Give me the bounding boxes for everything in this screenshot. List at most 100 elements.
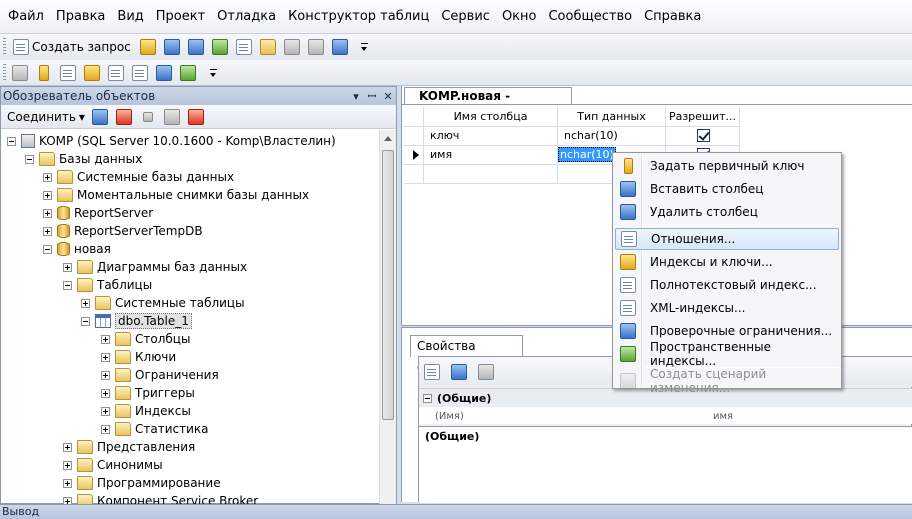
allow-nulls-checkbox[interactable] xyxy=(697,129,710,142)
categorized-button[interactable] xyxy=(421,361,443,383)
tree-node[interactable]: Базы данных xyxy=(25,150,142,168)
expand-icon[interactable] xyxy=(63,496,72,504)
toolbar-grip[interactable] xyxy=(3,63,6,82)
auto-hide-icon[interactable]: ꟷ xyxy=(364,89,380,104)
relationships-button[interactable] xyxy=(57,62,79,84)
tree-node[interactable]: Программирование xyxy=(63,474,221,492)
tree-node[interactable]: Ключи xyxy=(101,348,176,366)
expand-icon[interactable] xyxy=(81,298,90,308)
tree-node[interactable]: Индексы xyxy=(101,402,191,420)
expand-icon[interactable] xyxy=(43,226,52,236)
allow-nulls-header[interactable]: Разрешит... xyxy=(666,107,740,127)
menu-edit[interactable]: Правка xyxy=(50,6,111,28)
scroll-thumb[interactable] xyxy=(382,150,394,420)
expand-icon[interactable] xyxy=(101,424,110,434)
tab-table-designer[interactable]: KOMP.новая - dbo.Table_1 xyxy=(404,87,572,120)
tree-node[interactable]: dbo.Table_1 xyxy=(81,312,192,330)
tab-column-properties[interactable]: Свойства столбца xyxy=(410,335,523,374)
allow-nulls-cell[interactable] xyxy=(666,126,740,146)
collapse-icon[interactable] xyxy=(63,280,72,290)
toolbar2-overflow-button[interactable] xyxy=(201,62,223,84)
database-engine-query-button[interactable] xyxy=(137,36,159,58)
tree-node[interactable]: Столбцы xyxy=(101,330,190,348)
row-selector[interactable] xyxy=(404,126,424,146)
context-menu-item[interactable]: Вставить столбец xyxy=(615,178,839,200)
menu-file[interactable]: Файл xyxy=(2,6,50,28)
collapse-icon[interactable] xyxy=(81,316,90,326)
context-menu-item[interactable]: XML-индексы... xyxy=(615,297,839,319)
context-menu-item[interactable]: Удалить столбец xyxy=(615,201,839,223)
collapse-icon[interactable] xyxy=(423,393,432,403)
connect-button[interactable]: Соединить ▾ xyxy=(3,110,89,124)
property-pages-button[interactable] xyxy=(475,361,497,383)
property-row[interactable]: (Имя) имя xyxy=(419,407,912,425)
tree-node[interactable]: Таблицы xyxy=(63,276,152,294)
tree-node[interactable]: ReportServer xyxy=(43,204,153,222)
expand-icon[interactable] xyxy=(101,334,110,344)
open-file-button[interactable] xyxy=(257,36,279,58)
tree-node[interactable]: Триггеры xyxy=(101,384,195,402)
manage-indexes-button[interactable] xyxy=(81,62,103,84)
output-panel-header[interactable]: Вывод xyxy=(0,504,912,519)
context-menu-item[interactable]: Индексы и ключи... xyxy=(615,251,839,273)
column-name-header[interactable]: Имя столбца xyxy=(424,107,558,127)
expand-icon[interactable] xyxy=(101,406,110,416)
scroll-up-icon[interactable] xyxy=(384,136,392,141)
tree-node[interactable]: Моментальные снимки базы данных xyxy=(43,186,309,204)
menu-tools[interactable]: Сервис xyxy=(435,6,496,28)
menu-table-designer[interactable]: Конструктор таблиц xyxy=(282,6,435,28)
expand-icon[interactable] xyxy=(63,478,72,488)
new-file-button[interactable] xyxy=(233,36,255,58)
tree-node[interactable]: Компонент Service Broker xyxy=(63,492,258,504)
check-constraints-button[interactable] xyxy=(153,62,175,84)
table-row[interactable]: ключ nchar(10) xyxy=(404,126,740,146)
menu-community[interactable]: Сообщество xyxy=(542,6,638,28)
spatial-index-button[interactable] xyxy=(177,62,199,84)
refresh-button[interactable] xyxy=(185,106,207,128)
context-menu-item[interactable]: Отношения... xyxy=(615,228,839,250)
collapse-icon[interactable] xyxy=(43,244,52,254)
context-menu-item[interactable]: Полнотекстовый индекс... xyxy=(615,274,839,296)
menu-view[interactable]: Вид xyxy=(111,6,149,28)
expand-icon[interactable] xyxy=(101,388,110,398)
data-type-cell[interactable]: nchar(10) xyxy=(558,126,666,146)
new-query-button[interactable]: Создать запрос xyxy=(9,36,135,58)
data-type-header[interactable]: Тип данных xyxy=(558,107,666,127)
mdx-query-button[interactable] xyxy=(185,36,207,58)
alphabetical-button[interactable] xyxy=(448,361,470,383)
window-position-icon[interactable]: ▾ xyxy=(348,90,364,103)
connect-object-button[interactable] xyxy=(89,106,111,128)
activity-monitor-button[interactable] xyxy=(329,36,351,58)
expand-icon[interactable] xyxy=(43,190,52,200)
save-all-button[interactable] xyxy=(305,36,327,58)
column-name-cell[interactable] xyxy=(424,164,558,184)
collapse-icon[interactable] xyxy=(25,154,34,164)
toolbar-grip[interactable] xyxy=(3,38,6,56)
expand-icon[interactable] xyxy=(63,442,72,452)
toolbar-overflow-button[interactable] xyxy=(353,36,375,58)
save-button[interactable] xyxy=(281,36,303,58)
expand-icon[interactable] xyxy=(43,172,52,182)
expand-icon[interactable] xyxy=(101,352,110,362)
property-value[interactable]: имя xyxy=(713,411,733,422)
object-tree-scrollbar[interactable] xyxy=(379,130,396,504)
menu-debug[interactable]: Отладка xyxy=(211,6,282,28)
tree-node[interactable]: Диаграммы баз данных xyxy=(63,258,247,276)
generate-script-button[interactable] xyxy=(9,62,31,84)
tree-node[interactable]: Статистика xyxy=(101,420,209,438)
disconnect-button[interactable] xyxy=(113,106,135,128)
xml-index-button[interactable] xyxy=(129,62,151,84)
row-selector[interactable] xyxy=(404,164,424,184)
collapse-icon[interactable] xyxy=(7,136,16,146)
context-menu-item[interactable]: Проверочные ограничения... xyxy=(615,320,839,342)
expand-icon[interactable] xyxy=(101,370,110,380)
menu-help[interactable]: Справка xyxy=(638,6,707,28)
fulltext-index-button[interactable] xyxy=(105,62,127,84)
tree-node[interactable]: Ограничения xyxy=(101,366,219,384)
expand-icon[interactable] xyxy=(63,262,72,272)
stop-button[interactable] xyxy=(137,106,159,128)
set-primary-key-button[interactable] xyxy=(33,62,55,84)
tree-node[interactable]: Синонимы xyxy=(63,456,163,474)
menu-window[interactable]: Окно xyxy=(496,6,543,28)
tree-node[interactable]: новая xyxy=(43,240,111,258)
